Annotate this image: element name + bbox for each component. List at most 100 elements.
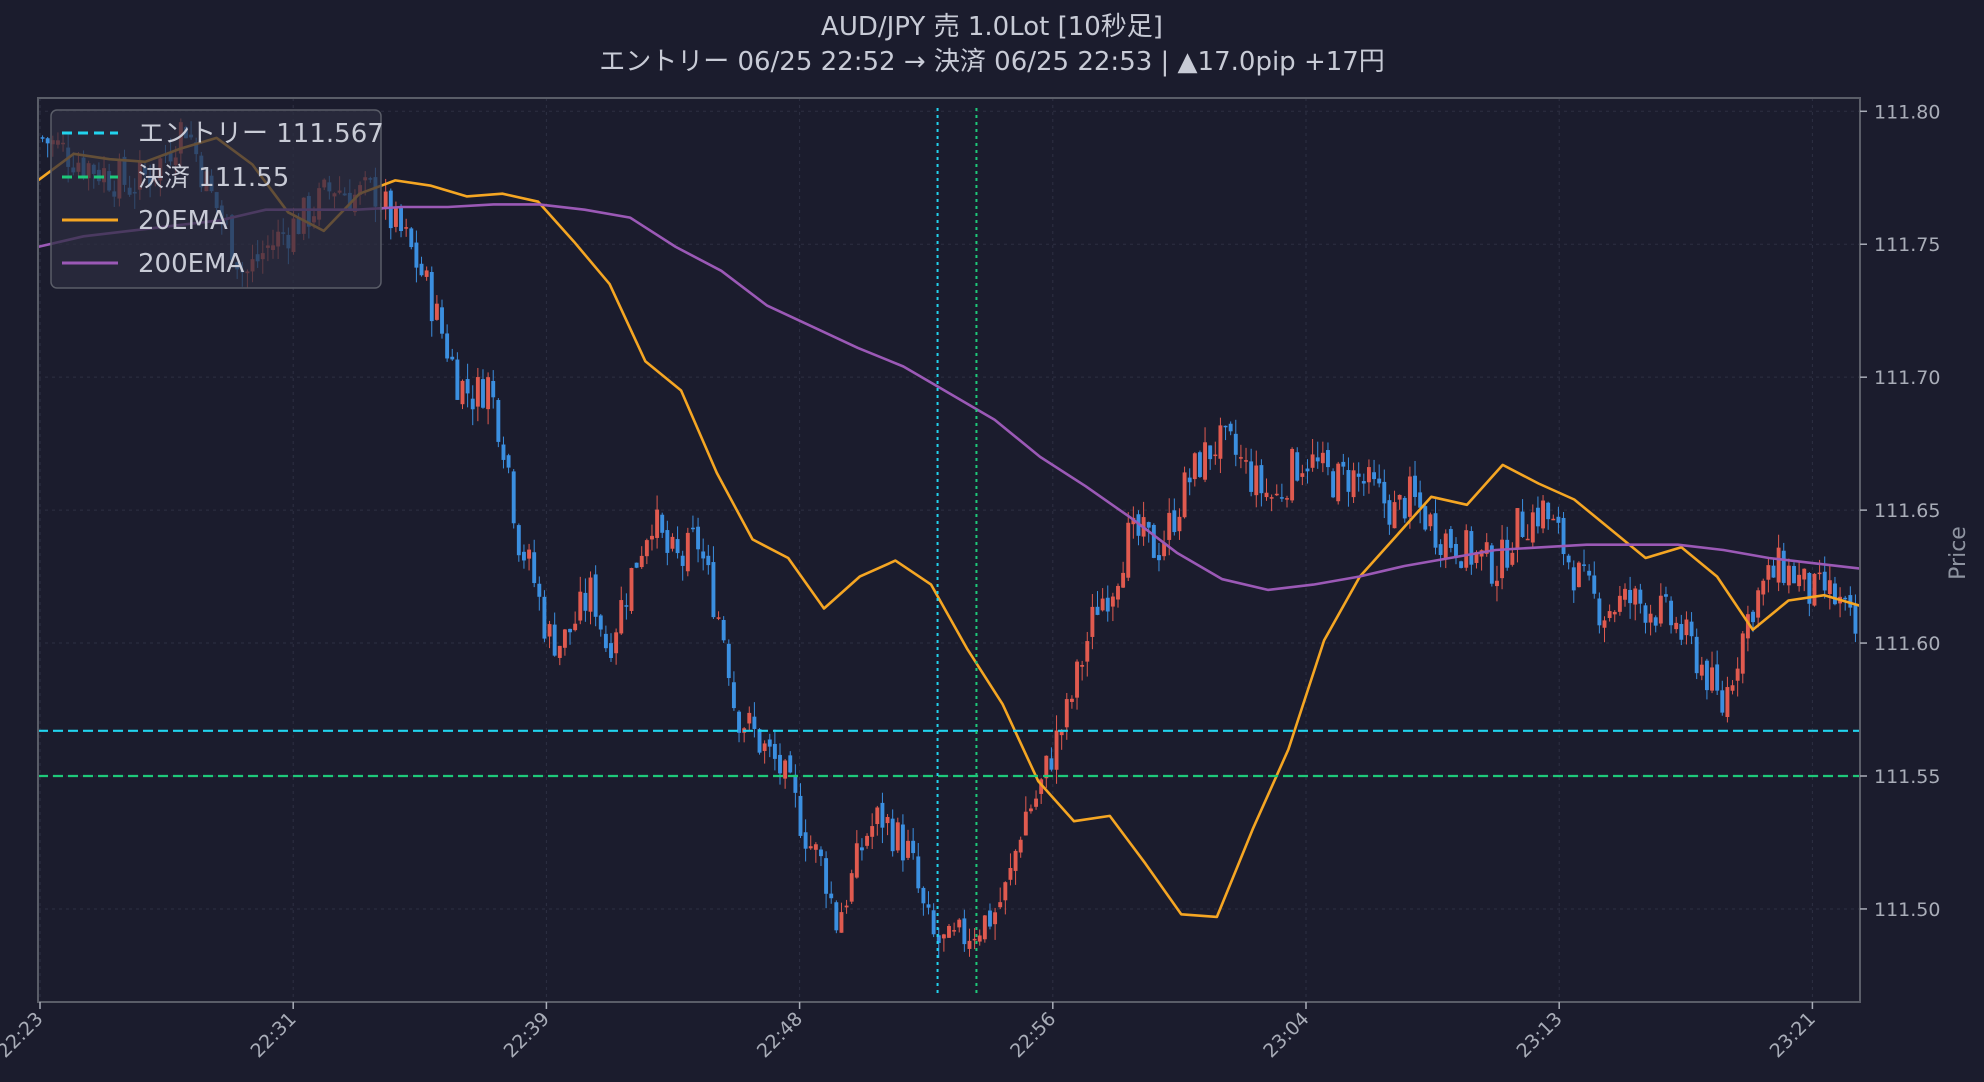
- candle-body: [40, 137, 45, 139]
- candle-body: [1336, 463, 1341, 502]
- candle-body: [993, 912, 998, 925]
- candle-body: [388, 190, 393, 229]
- candle-body: [1797, 574, 1802, 587]
- legend-20ema-label: 20EMA: [138, 206, 228, 236]
- candle-body: [506, 455, 511, 468]
- candle-body: [778, 754, 782, 774]
- candle-body: [1346, 470, 1351, 492]
- candle-body: [1448, 529, 1453, 548]
- candle-body: [609, 643, 613, 658]
- candle-body: [475, 377, 480, 407]
- candle-body: [1561, 517, 1566, 555]
- candle-body: [675, 539, 680, 554]
- candle-body: [844, 905, 849, 908]
- candle-body: [1704, 660, 1709, 691]
- candle-body: [465, 379, 470, 394]
- candle-body: [1807, 573, 1812, 604]
- candle-body: [588, 577, 593, 612]
- candle-body: [1172, 510, 1177, 533]
- candle-body: [711, 562, 716, 618]
- candle-body: [1244, 460, 1248, 462]
- candle-body: [706, 555, 711, 566]
- x-tick-label: 23:04: [1259, 1008, 1313, 1062]
- candle-body: [762, 743, 767, 752]
- candle-body: [383, 191, 388, 209]
- candle-body: [1259, 465, 1264, 494]
- candle-body: [1044, 755, 1049, 779]
- candle-body: [440, 307, 444, 334]
- candle-body: [1535, 507, 1540, 527]
- candle-body: [1730, 685, 1735, 691]
- candle-body: [1326, 450, 1330, 468]
- candle-body: [972, 938, 977, 941]
- candle-body: [547, 624, 552, 637]
- x-tick-label: 22:31: [246, 1008, 300, 1062]
- candle-body: [1576, 562, 1581, 588]
- candle-body: [911, 840, 916, 854]
- candle-body: [1397, 494, 1402, 500]
- candle-body: [619, 600, 624, 634]
- candle-body: [1320, 452, 1325, 464]
- candle-body: [1541, 500, 1545, 529]
- candle-body: [1756, 590, 1761, 618]
- candle-body: [1028, 808, 1033, 812]
- candle-body: [486, 377, 491, 410]
- candle-body: [1023, 811, 1028, 836]
- candle-body: [1510, 552, 1515, 565]
- candle-body: [399, 206, 403, 232]
- candle-body: [1366, 467, 1371, 483]
- candle-body: [665, 530, 670, 553]
- candle-body: [1034, 798, 1039, 807]
- legend-entry-label: エントリー 111.567: [138, 119, 384, 149]
- candle-body: [1725, 687, 1730, 718]
- candle-body: [1628, 589, 1633, 604]
- candle-body: [1049, 758, 1054, 770]
- candle-body: [527, 549, 532, 559]
- candle-body: [1018, 839, 1023, 853]
- y-tick-label: 111.50: [1874, 899, 1940, 921]
- candle-body: [598, 615, 603, 630]
- candle-body: [952, 930, 957, 932]
- candle-body: [573, 623, 578, 631]
- candle-body: [680, 555, 685, 566]
- candle-body: [1699, 664, 1704, 676]
- candle-body: [1443, 533, 1448, 559]
- candle-body: [1515, 508, 1520, 550]
- candle-body: [1433, 513, 1438, 548]
- candle-body: [1827, 580, 1832, 595]
- candle-body: [926, 904, 931, 908]
- candle-body: [1090, 606, 1095, 637]
- candle-body: [393, 206, 398, 227]
- candle-body: [1664, 594, 1668, 597]
- candle-body: [716, 617, 721, 619]
- candle-body: [1812, 573, 1817, 606]
- candle-body: [1177, 516, 1182, 532]
- candle-body: [578, 591, 583, 621]
- candle-body: [1407, 476, 1412, 517]
- candle-body: [1423, 506, 1428, 530]
- candle-body: [1602, 620, 1607, 628]
- candle-body: [885, 817, 890, 824]
- candle-body: [450, 356, 455, 360]
- candle-body: [1505, 539, 1510, 568]
- candle-body: [772, 743, 777, 759]
- y-tick-label: 111.55: [1874, 766, 1940, 788]
- candle-body: [1341, 461, 1346, 467]
- candle-body: [1658, 595, 1663, 624]
- candle-body: [1197, 452, 1202, 477]
- candle-body: [1361, 481, 1366, 484]
- candle-body: [1735, 668, 1740, 681]
- candle-body: [593, 574, 598, 617]
- candle-body: [690, 527, 695, 530]
- candle-body: [522, 551, 526, 561]
- candle-body: [1740, 633, 1745, 674]
- candle-body: [1402, 497, 1407, 519]
- legend-200ema-label: 200EMA: [138, 249, 244, 279]
- candle-body: [1208, 445, 1213, 460]
- candle-body: [1372, 472, 1376, 480]
- candle-body: [1597, 598, 1602, 626]
- candle-body: [849, 873, 854, 902]
- x-tick-label: 22:39: [500, 1008, 554, 1062]
- candle-body: [424, 270, 429, 277]
- candle-body: [1157, 555, 1161, 561]
